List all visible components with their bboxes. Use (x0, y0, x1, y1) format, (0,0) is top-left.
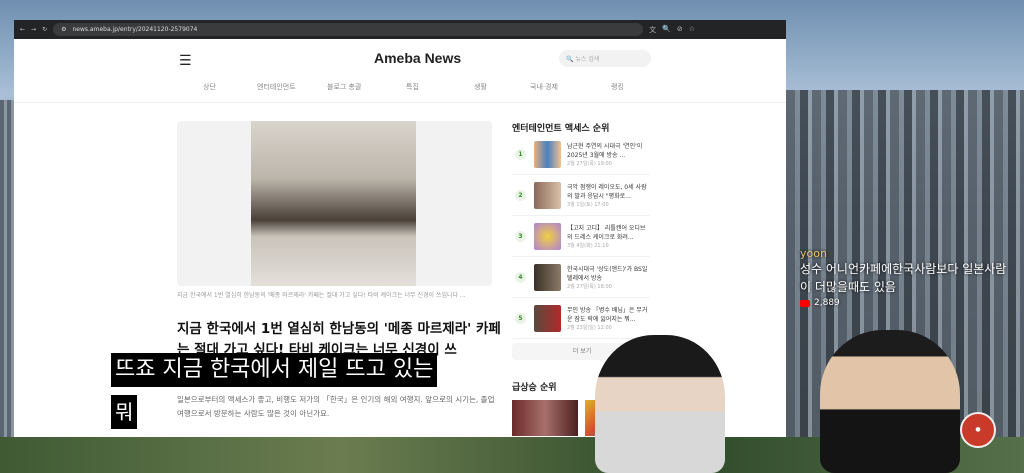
host-man (820, 330, 960, 473)
hamburger-menu-icon[interactable]: ☰ (179, 53, 192, 69)
chat-message: 성수 어니언카페에한국사람보다 일본사람이 더많을때도 있음 (800, 262, 1007, 294)
ranking-thumbnail (534, 223, 561, 250)
translate-icon[interactable]: 文 (649, 25, 656, 35)
ranking-title: 【고지 고디】 리틀캔어 오디브의 드레스 케이크로 화려... (567, 225, 646, 241)
forward-icon[interactable]: → (31, 26, 36, 33)
ranking-thumbnail (534, 182, 561, 209)
article-image (177, 121, 492, 286)
search-placeholder: 뉴스 검색 (575, 56, 600, 63)
zoom-icon[interactable]: 🔍 (662, 25, 671, 35)
subtitle-line-2: 뭐 (111, 395, 138, 429)
address-bar[interactable]: ⚙ news.ameba.jp/entry/20241120-2579074 (53, 23, 644, 36)
nav-ranking[interactable]: 랭킹 (611, 82, 624, 92)
ranking-item[interactable]: 2 극악 점쟁이 레이오도, 0세 사람의 말과 응답시 "평화로... 3월 1일… (512, 176, 650, 216)
ranking-title: 무인 방송 「병수 배님」은 무거운 잠도 락에 잃어지는 뭐... (567, 307, 648, 323)
rank-number: 5 (515, 313, 526, 324)
search-input[interactable]: 🔍 뉴스 검색 (559, 50, 651, 67)
ranking-date: 2월 27일(목) 18:00 (567, 284, 612, 290)
rank-number: 3 (515, 231, 526, 242)
trending-heading: 급상승 순위 (512, 383, 557, 393)
rank-number: 2 (515, 190, 526, 201)
back-icon[interactable]: ← (20, 26, 25, 33)
subtitle-line-1: 뜨죠 지금 한국에서 제일 뜨고 있는 (111, 353, 438, 387)
ranking-thumbnail (534, 141, 561, 168)
ranking-thumbnail (534, 305, 561, 332)
nav-entertainment[interactable]: 엔터테인먼트 (257, 82, 296, 92)
site-logo[interactable]: Ameba News (374, 50, 461, 66)
ranking-title: 극악 점쟁이 레이오도, 0세 사람의 말과 응답시 "평화로... (567, 184, 647, 200)
nav-blog[interactable]: 블로그 총괄 (327, 82, 361, 92)
ranking-title: 남근현 주연의 시대극 '연인'이 2025년 3월에 방송 ... (567, 143, 643, 159)
browser-toolbar: ← → ↻ ⚙ news.ameba.jp/entry/20241120-2579… (14, 20, 786, 39)
divider (14, 102, 786, 103)
ranking-thumbnail (534, 264, 561, 291)
ranking-date: 3월 4일(화) 21:10 (567, 243, 609, 249)
trending-thumbnail[interactable] (512, 400, 578, 436)
site-info-icon[interactable]: ⚙ (61, 26, 66, 33)
channel-logo: ● (960, 412, 996, 448)
nav-feature[interactable]: 특집 (406, 82, 419, 92)
rank-number: 4 (515, 272, 526, 283)
tracking-icon[interactable]: ⊘ (677, 25, 683, 35)
background-city-left (0, 100, 14, 473)
ranking-heading: 엔터테인먼트 액세스 순위 (512, 124, 610, 134)
live-chat-superchat: yoon 성수 어니언카페에한국사람보다 일본사람이 더많을때도 있음 2,88… (800, 247, 1015, 308)
image-caption: 지금 한국에서 1번 열심히 한남동의 '메종 마르제라' 카페는 절대 가고 … (177, 292, 466, 299)
ranking-date: 3월 1일(토) 17:00 (567, 202, 609, 208)
host-woman (595, 335, 725, 473)
ranking-title: 한국시대극 '상도(앤드)'가 BS일텔레에서 방송 (567, 266, 648, 282)
article-body: 일본으로부터의 액세스가 좋고, 비행도 저가의 「한국」은 인기의 해외 여행… (177, 395, 495, 418)
rank-number: 1 (515, 149, 526, 160)
nav-top[interactable]: 상단 (203, 82, 216, 92)
chat-username: yoon (800, 247, 827, 260)
bookmark-icon[interactable]: ☆ (689, 25, 695, 35)
url-text: news.ameba.jp/entry/20241120-2579074 (72, 26, 198, 33)
category-nav: 상단 엔터테인먼트 블로그 총괄 특집 생활 국내·경제 랭킹 (14, 82, 786, 102)
cafe-photo (251, 121, 416, 286)
reload-icon[interactable]: ↻ (42, 26, 47, 33)
nav-economy[interactable]: 국내·경제 (530, 82, 558, 92)
chat-amount: 2,889 (814, 298, 840, 308)
ranking-date: 2월 23일(일) 12:00 (567, 325, 612, 331)
ranking-item[interactable]: 5 무인 방송 「병수 배님」은 무거운 잠도 락에 잃어지는 뭐... 2월 23… (512, 299, 650, 339)
ranking-item[interactable]: 1 남근현 주연의 시대극 '연인'이 2025년 3월에 방송 ... 2월 27… (512, 135, 650, 175)
ranking-date: 2월 27일(목) 19:00 (567, 161, 612, 167)
youtube-icon (800, 299, 810, 307)
ranking-item[interactable]: 3 【고지 고디】 리틀캔어 오디브의 드레스 케이크로 화려... 3월 4일(화… (512, 217, 650, 257)
nav-life[interactable]: 생활 (474, 82, 487, 92)
ranking-item[interactable]: 4 한국시대극 '상도(앤드)'가 BS일텔레에서 방송 2월 27일(목) 18:… (512, 258, 650, 298)
